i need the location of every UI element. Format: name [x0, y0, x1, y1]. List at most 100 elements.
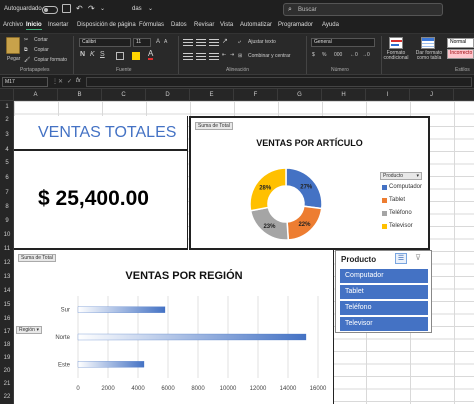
- multi-select-icon[interactable]: ☰: [395, 253, 407, 264]
- menu-automatizar[interactable]: Automatizar: [240, 22, 272, 28]
- column-header[interactable]: I: [366, 89, 410, 101]
- column-header[interactable]: G: [278, 89, 322, 101]
- format-painter-icon[interactable]: 🖌: [24, 57, 30, 63]
- pie-chart-panel[interactable]: Suma de Total VENTAS POR ARTÍCULO 27% 22%…: [189, 116, 430, 250]
- column-header[interactable]: H: [322, 89, 366, 101]
- menu-programador[interactable]: Programador: [278, 22, 313, 28]
- menu-ayuda[interactable]: Ayuda: [322, 22, 339, 28]
- autosave-toggle[interactable]: [42, 6, 58, 14]
- column-header[interactable]: D: [146, 89, 190, 101]
- underline-icon[interactable]: S: [100, 51, 105, 58]
- increase-font-icon[interactable]: A: [156, 39, 160, 45]
- wrap-text-label[interactable]: Ajustar texto: [248, 39, 276, 45]
- merge-label[interactable]: Combinar y centrar: [248, 53, 291, 59]
- formula-input[interactable]: [86, 77, 472, 87]
- column-header[interactable]: C: [102, 89, 146, 101]
- menu-inicio[interactable]: Inicio: [26, 22, 42, 30]
- row-header[interactable]: 14: [0, 285, 14, 297]
- row-header[interactable]: 4: [0, 144, 14, 156]
- paste-label[interactable]: Pegar: [7, 56, 20, 62]
- product-slicer[interactable]: Producto ☰ ⊽ Computador Tablet Teléfono …: [335, 250, 432, 333]
- pie-legend-field-button[interactable]: Producto ▾: [380, 172, 422, 180]
- row-header[interactable]: 9: [0, 215, 14, 227]
- fill-color-icon[interactable]: [132, 52, 140, 60]
- row-header[interactable]: 17: [0, 326, 14, 338]
- decrease-indent-icon[interactable]: ⇤: [222, 52, 226, 58]
- row-header[interactable]: 7: [0, 187, 14, 199]
- undo-icon[interactable]: ↶: [76, 4, 83, 13]
- borders-icon[interactable]: [116, 52, 124, 60]
- save-icon[interactable]: [62, 4, 71, 13]
- customize-toolbar-icon[interactable]: ⌄: [100, 5, 105, 12]
- format-painter-label[interactable]: Copiar formato: [34, 57, 67, 63]
- align-left-icon[interactable]: [183, 53, 193, 54]
- italic-icon[interactable]: K: [90, 51, 95, 58]
- percent-format-icon[interactable]: %: [322, 52, 326, 58]
- bar-norte[interactable]: [77, 333, 307, 341]
- row-header[interactable]: 5: [0, 157, 14, 169]
- row-header[interactable]: 8: [0, 201, 14, 213]
- row-header[interactable]: 12: [0, 257, 14, 269]
- row-header[interactable]: 16: [0, 313, 14, 325]
- menu-vista[interactable]: Vista: [220, 22, 233, 28]
- align-right-icon[interactable]: [209, 53, 219, 54]
- orientation-icon[interactable]: ↗: [222, 37, 228, 45]
- font-color-icon[interactable]: A: [148, 50, 154, 60]
- row-header[interactable]: 15: [0, 299, 14, 311]
- format-as-table-label[interactable]: Dar formato como tabla: [414, 51, 444, 61]
- slicer-item-tablet[interactable]: Tablet: [340, 285, 428, 299]
- menu-formulas[interactable]: Fórmulas: [139, 22, 164, 28]
- menu-insertar[interactable]: Insertar: [48, 22, 68, 28]
- conditional-format-label[interactable]: Formato condicional: [381, 51, 411, 61]
- bar-chart-panel[interactable]: Suma de Total VENTAS POR REGIÓN Región ▾…: [14, 250, 334, 404]
- wrap-text-icon[interactable]: ⤶: [238, 39, 241, 45]
- row-header[interactable]: 22: [0, 391, 14, 403]
- bar-este[interactable]: [77, 361, 145, 368]
- name-box[interactable]: M17: [2, 77, 48, 87]
- format-as-table-icon[interactable]: [421, 37, 435, 49]
- row-header[interactable]: 2: [0, 114, 14, 126]
- font-size-select[interactable]: 11: [133, 38, 151, 47]
- increase-decimal-icon[interactable]: ←0: [350, 52, 358, 58]
- paste-icon[interactable]: [6, 37, 20, 54]
- row-header[interactable]: 1: [0, 101, 14, 113]
- align-bottom-icon[interactable]: [209, 39, 219, 40]
- slicer-item-computador[interactable]: Computador: [340, 269, 428, 283]
- bold-icon[interactable]: N: [80, 51, 85, 58]
- increase-indent-icon[interactable]: ⇥: [230, 52, 234, 58]
- enter-icon[interactable]: ✓: [67, 78, 72, 85]
- align-center-icon[interactable]: [196, 53, 206, 54]
- number-format-select[interactable]: General: [311, 38, 375, 47]
- column-header[interactable]: E: [190, 89, 234, 101]
- cancel-icon[interactable]: ✕: [58, 78, 63, 85]
- select-all-corner[interactable]: [0, 89, 14, 101]
- row-header[interactable]: 11: [0, 243, 14, 255]
- slicer-item-telefono[interactable]: Teléfono: [340, 301, 428, 315]
- row-header[interactable]: 18: [0, 339, 14, 351]
- copy-label[interactable]: Copiar: [34, 47, 49, 53]
- redo-icon[interactable]: ↷: [88, 4, 95, 13]
- decrease-font-icon[interactable]: A: [164, 39, 167, 45]
- conditional-format-icon[interactable]: [389, 37, 403, 49]
- column-header[interactable]: J: [410, 89, 454, 101]
- align-middle-icon[interactable]: [196, 39, 206, 40]
- copy-icon[interactable]: ⧉: [24, 47, 28, 53]
- decrease-decimal-icon[interactable]: →0: [362, 52, 370, 58]
- fx-icon[interactable]: fx: [76, 78, 81, 84]
- column-header[interactable]: B: [58, 89, 102, 101]
- clear-filter-icon[interactable]: ⊽: [412, 253, 424, 264]
- row-header[interactable]: 13: [0, 271, 14, 283]
- menu-archivo[interactable]: Archivo: [3, 22, 23, 28]
- align-top-icon[interactable]: [183, 39, 193, 40]
- row-header[interactable]: 19: [0, 352, 14, 364]
- menu-datos[interactable]: Datos: [171, 22, 187, 28]
- row-header[interactable]: 3: [0, 129, 14, 141]
- row-header[interactable]: 21: [0, 378, 14, 390]
- menu-disposicion[interactable]: Disposición de página: [77, 22, 136, 28]
- comma-style-icon[interactable]: 000: [334, 52, 342, 58]
- accounting-format-icon[interactable]: $: [312, 52, 315, 58]
- style-incorrect[interactable]: Incorrecto: [447, 49, 474, 59]
- cut-icon[interactable]: ✂: [24, 37, 28, 43]
- style-normal[interactable]: Normal: [447, 38, 474, 48]
- column-header[interactable]: A: [14, 89, 58, 101]
